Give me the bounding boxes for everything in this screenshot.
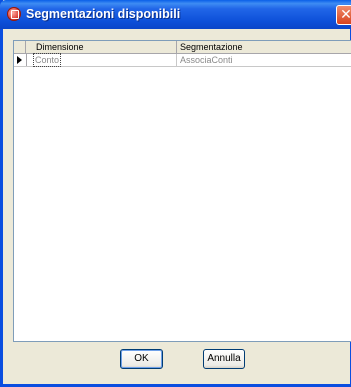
close-button[interactable]: ✕ bbox=[336, 5, 351, 25]
ok-button[interactable]: OK bbox=[120, 349, 163, 369]
dialog-window: Segmentazioni disponibili ✕ Dimensione S… bbox=[0, 0, 351, 387]
grid-header: Dimensione Segmentazione bbox=[14, 41, 351, 54]
cell-separator bbox=[176, 54, 177, 66]
column-header-segmentazione[interactable]: Segmentazione bbox=[180, 41, 243, 53]
close-icon: ✕ bbox=[340, 6, 351, 22]
cell-dimensione[interactable]: Conto bbox=[32, 53, 62, 67]
app-icon bbox=[7, 7, 21, 21]
grid-corner bbox=[14, 41, 26, 53]
table-row[interactable]: Conto AssociaConti bbox=[14, 53, 351, 67]
window-title: Segmentazioni disponibili bbox=[26, 7, 181, 21]
current-row-arrow-icon bbox=[17, 56, 22, 64]
column-header-dimensione[interactable]: Dimensione bbox=[36, 41, 84, 53]
title-bar[interactable]: Segmentazioni disponibili ✕ bbox=[0, 0, 351, 29]
cell-segmentazione[interactable]: AssociaConti bbox=[180, 54, 233, 66]
segmentation-grid[interactable]: Dimensione Segmentazione Conto AssociaCo… bbox=[13, 40, 351, 342]
row-selector-edge bbox=[26, 54, 27, 66]
cancel-button[interactable]: Annulla bbox=[203, 349, 245, 369]
column-separator[interactable] bbox=[176, 41, 177, 53]
